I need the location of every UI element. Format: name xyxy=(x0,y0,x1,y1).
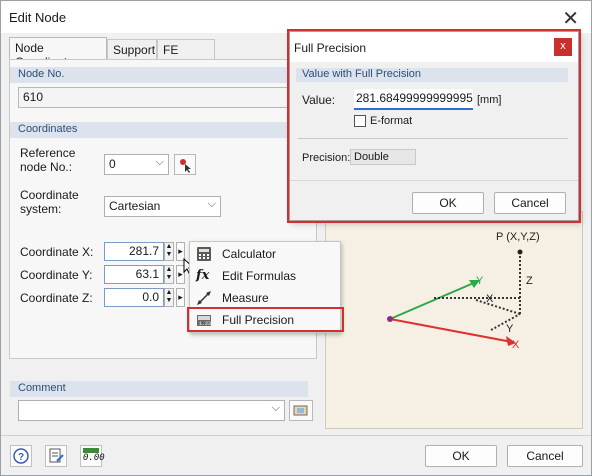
comment-combo[interactable]: ⌵ xyxy=(18,400,285,421)
ok-button[interactable]: OK xyxy=(425,445,497,467)
units-icon-text: 0.00 xyxy=(83,453,105,463)
full-precision-highlight xyxy=(187,307,344,332)
close-icon[interactable]: ✕ xyxy=(562,6,579,31)
menu-item-calculator[interactable]: Calculator xyxy=(190,243,340,265)
coordinate-z-menu-button[interactable]: ▸ xyxy=(176,288,185,307)
coordinate-y-spinner[interactable]: ▲ ▼ xyxy=(164,265,174,284)
calculator-icon xyxy=(197,247,211,261)
menu-item-measure-label: Measure xyxy=(222,291,269,305)
comment-library-button[interactable] xyxy=(289,400,313,421)
coordinate-x-label: Coordinate X: xyxy=(20,245,94,259)
help-icon: ? xyxy=(13,448,29,464)
x-axis-line xyxy=(389,318,513,343)
footer-divider xyxy=(1,435,591,436)
units-button[interactable]: 0.00 xyxy=(80,445,105,467)
coordinates-header: Coordinates xyxy=(10,122,308,138)
tab-fe-mesh[interactable]: FE Mesh xyxy=(157,39,215,71)
chevron-down-icon: ⌵ xyxy=(155,156,164,168)
measure-icon xyxy=(197,291,211,305)
chevron-down-icon: ⌵ xyxy=(207,198,216,210)
node-no-field: 610 xyxy=(18,87,308,108)
point-label: P (X,Y,Z) xyxy=(496,231,540,243)
menu-item-calculator-label: Calculator xyxy=(222,247,277,261)
coordinate-x-spinner[interactable]: ▲ ▼ xyxy=(164,242,174,261)
y-axis-label: Y xyxy=(476,275,484,287)
svg-text:?: ? xyxy=(18,452,24,463)
edit-button[interactable] xyxy=(45,445,67,467)
coordinate-system-combo[interactable]: Cartesian ⌵ xyxy=(104,196,221,217)
formula-icon: fx xyxy=(196,268,210,283)
edit-notes-icon xyxy=(49,448,64,463)
comment-header: Comment xyxy=(10,381,308,397)
help-button[interactable]: ? xyxy=(10,445,32,467)
coordinate-y-input[interactable]: 63.1 xyxy=(104,265,164,284)
origin-marker xyxy=(387,316,393,322)
node-no-header: Node No. xyxy=(10,67,308,83)
z-dimension-label: Z xyxy=(526,275,533,287)
y-projection-line xyxy=(475,299,521,315)
tab-node-coordinates[interactable]: Node Coordinates xyxy=(9,37,107,69)
x-dimension-label: X xyxy=(486,293,494,305)
coordinate-z-label: Coordinate Z: xyxy=(20,291,93,305)
edit-node-dialog: Edit Node ✕ Node Coordinates Support FE … xyxy=(0,0,592,476)
coordinate-y-label: Coordinate Y: xyxy=(20,268,93,282)
y-axis-line xyxy=(389,281,477,320)
reference-node-label: Reference node No.: xyxy=(20,146,76,174)
menu-item-measure[interactable]: Measure xyxy=(190,287,340,309)
coordinate-system-value: Cartesian xyxy=(109,199,161,213)
coordinate-system-label: Coordinate system: xyxy=(20,188,79,216)
point-p-marker xyxy=(517,249,523,255)
menu-item-edit-formulas-label: Edit Formulas xyxy=(222,269,297,283)
coordinate-z-input[interactable]: 0.0 xyxy=(104,288,164,307)
coordinate-x-input[interactable]: 281.7 xyxy=(104,242,164,261)
x-axis-label: X xyxy=(512,339,520,351)
pick-cursor-icon xyxy=(180,159,191,173)
cancel-button[interactable]: Cancel xyxy=(507,445,583,467)
coordinate-preview: P (X,Y,Z) Y X Z X Y xyxy=(325,211,583,429)
pick-node-button[interactable] xyxy=(174,154,196,175)
coordinate-diagram: P (X,Y,Z) Y X Z X Y xyxy=(387,231,540,351)
full-precision-dialog-highlight xyxy=(287,29,581,223)
coordinate-z-spinner[interactable]: ▲ ▼ xyxy=(164,288,174,307)
dialog-title: Edit Node xyxy=(9,10,67,25)
y-dimension-label: Y xyxy=(506,323,514,335)
chevron-down-icon: ⌵ xyxy=(271,402,280,414)
menu-item-edit-formulas[interactable]: fx Edit Formulas xyxy=(190,265,340,287)
tab-support[interactable]: Support xyxy=(107,39,157,59)
library-icon xyxy=(293,405,308,416)
reference-node-combo[interactable]: 0 ⌵ xyxy=(104,154,169,175)
reference-node-value: 0 xyxy=(109,157,116,171)
